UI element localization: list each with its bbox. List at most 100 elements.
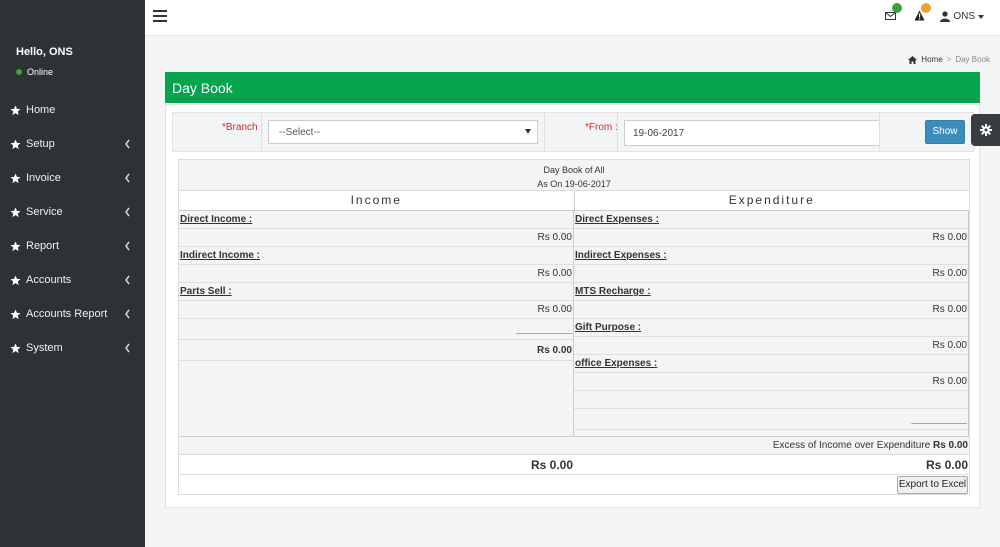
expenditure-amount: Rs 0.00 <box>574 301 968 319</box>
dropdown-arrow-icon <box>525 129 531 134</box>
expenditure-header: Expenditure <box>728 193 815 207</box>
star-icon <box>10 308 21 319</box>
branch-label: *Branch : <box>222 122 264 133</box>
star-icon <box>10 206 21 217</box>
from-date-input[interactable]: 19-06-2017 <box>624 120 880 146</box>
filter-row: *Branch : --Select-- *From : 19-06-2017 … <box>172 112 974 152</box>
chevron-left-icon <box>125 343 130 353</box>
expenditure-category: Direct Expenses : <box>574 211 968 229</box>
status-text: Online <box>27 67 54 77</box>
breadcrumb-separator: > <box>946 55 952 64</box>
gear-icon <box>979 124 992 136</box>
income-category: Parts Sell : <box>179 283 573 301</box>
excess-value: Rs 0.00 <box>932 440 968 451</box>
chevron-left-icon <box>125 207 130 217</box>
expenditure-category: office Expenses : <box>574 355 968 373</box>
mail-notification[interactable] <box>885 3 902 23</box>
income-column: Direct Income : Rs 0.00 Indirect Income :R… <box>179 211 574 436</box>
sidebar-item-accounts[interactable]: Accounts <box>0 263 145 297</box>
breadcrumb: Home > Day Book <box>908 55 990 64</box>
chevron-left-icon <box>125 173 130 183</box>
income-header: Income <box>179 191 575 210</box>
home-icon <box>908 55 918 64</box>
user-menu[interactable]: ONS <box>940 11 984 22</box>
sidebar-item-label: System <box>26 342 63 354</box>
income-amount: Rs 0.00 <box>179 265 573 283</box>
alert-notification[interactable] <box>914 3 931 24</box>
breadcrumb-current: Day Book <box>955 55 990 64</box>
divider <box>879 113 880 151</box>
hamburger-menu-icon[interactable] <box>153 10 167 24</box>
report-title: Day Book of All <box>543 165 605 175</box>
sidebar-item-label: Home <box>26 104 56 116</box>
branch-select[interactable]: --Select-- <box>268 120 538 144</box>
sidebar-item-system[interactable]: System <box>0 331 145 365</box>
user-panel: Hello, ONS Online <box>0 0 145 88</box>
star-icon <box>10 274 21 285</box>
income-category: Indirect Income : <box>179 247 573 265</box>
star-icon <box>10 172 21 183</box>
star-icon <box>10 342 21 353</box>
expenditure-separator-line: __________ <box>574 409 968 430</box>
user-menu-label: ONS <box>953 11 975 22</box>
excess-row: Excess of Income over Expenditure Rs 0.0… <box>179 436 969 455</box>
show-button[interactable]: Show <box>925 120 965 144</box>
star-icon <box>10 104 21 115</box>
sidebar-item-setup[interactable]: Setup <box>0 127 145 161</box>
caret-down-icon <box>978 14 984 19</box>
mail-badge <box>892 3 902 13</box>
report-columns: Direct Income : Rs 0.00 Indirect Income :R… <box>179 211 969 451</box>
user-status: Online <box>16 67 145 77</box>
expenditure-category: Gift Purpose : <box>574 319 968 337</box>
income-category: Direct Income : <box>179 211 573 229</box>
sidebar-item-report[interactable]: Report <box>0 229 145 263</box>
export-to-excel-button[interactable]: Export to Excel <box>897 476 968 494</box>
online-dot-icon <box>16 69 22 75</box>
income-separator-line: __________ <box>179 319 573 340</box>
report-date: As On 19-06-2017 <box>537 179 611 189</box>
breadcrumb-home-link[interactable]: Home <box>921 55 942 64</box>
expenditure-total: Rs 0.00 <box>925 458 968 472</box>
alert-badge <box>921 3 931 13</box>
expenditure-blank-row <box>574 391 968 409</box>
expenditure-column: Direct Expenses : Rs 0.00 Indirect Expense… <box>574 211 969 451</box>
sidebar-item-home[interactable]: Home <box>0 93 145 127</box>
chevron-left-icon <box>125 309 130 319</box>
content-card: *Branch : --Select-- *From : 19-06-2017 … <box>165 104 980 508</box>
sidebar-menu: Home Setup Invoice Service Report Accounts Acc… <box>0 93 145 365</box>
expenditure-amount: Rs 0.00 <box>574 373 968 391</box>
sidebar-item-label: Report <box>26 240 60 252</box>
user-greeting: Hello, ONS <box>16 46 73 58</box>
star-icon <box>10 240 21 251</box>
total-row: Rs 0.00 Rs 0.00 <box>179 455 969 475</box>
report-heading: Day Book of All As On 19-06-2017 <box>179 160 969 191</box>
settings-gear-tab[interactable] <box>971 114 1000 146</box>
income-subtotal: Rs 0.00 <box>179 340 573 361</box>
sidebar-item-label: Accounts <box>26 274 72 286</box>
from-label: *From : <box>585 122 618 133</box>
divider <box>544 113 545 151</box>
divider <box>261 113 262 151</box>
sidebar-item-accounts-report[interactable]: Accounts Report <box>0 297 145 331</box>
page-title: Day Book <box>165 72 980 103</box>
star-icon <box>10 138 21 149</box>
expenditure-amount: Rs 0.00 <box>574 229 968 247</box>
day-book-report: Day Book of All As On 19-06-2017 Income … <box>178 159 970 495</box>
income-total: Rs 0.00 <box>530 458 573 472</box>
sidebar-item-label: Setup <box>26 138 55 150</box>
user-icon <box>940 11 951 22</box>
chevron-left-icon <box>125 241 130 251</box>
sidebar-item-service[interactable]: Service <box>0 195 145 229</box>
divider <box>617 113 618 151</box>
expenditure-category: MTS Recharge : <box>574 283 968 301</box>
expenditure-amount: Rs 0.00 <box>574 265 968 283</box>
branch-select-value: --Select-- <box>279 127 321 138</box>
sidebar-item-invoice[interactable]: Invoice <box>0 161 145 195</box>
top-header: ONS <box>145 0 1000 36</box>
chevron-left-icon <box>125 139 130 149</box>
expenditure-amount: Rs 0.00 <box>574 337 968 355</box>
expenditure-category: Indirect Expenses : <box>574 247 968 265</box>
chevron-left-icon <box>125 275 130 285</box>
income-amount: Rs 0.00 <box>179 229 573 247</box>
sidebar-item-label: Service <box>26 206 63 218</box>
